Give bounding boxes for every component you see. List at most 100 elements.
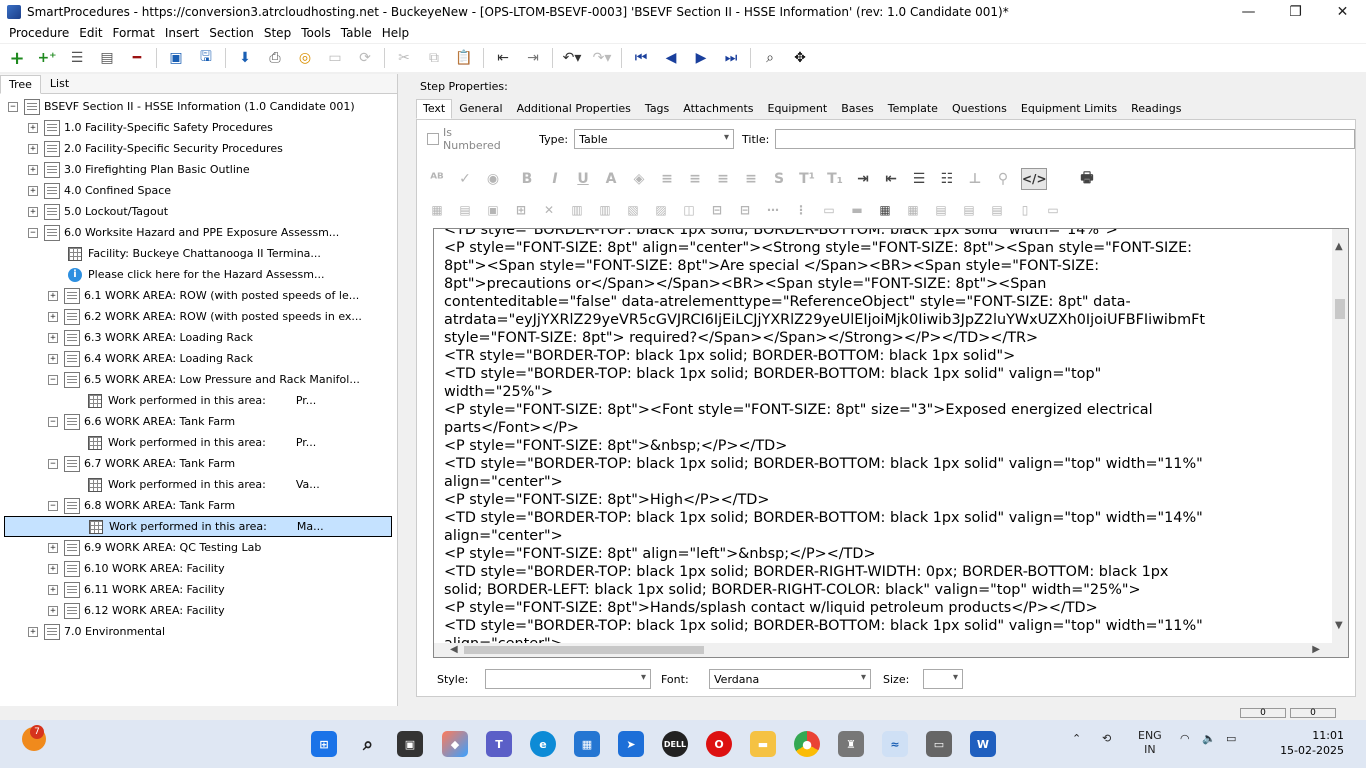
scroll-left-icon[interactable]: ◀ [450, 644, 458, 655]
expand-icon[interactable]: + [48, 584, 58, 595]
tree-item[interactable]: +4.0 Confined Space [28, 180, 171, 201]
paste-icon[interactable]: 📋 [453, 47, 475, 69]
superscript-button[interactable]: T¹ [797, 171, 817, 187]
collapse-icon[interactable]: − [8, 101, 18, 112]
form-field-icon[interactable]: ▯ [1015, 203, 1035, 217]
column-left-icon[interactable]: ▧ [623, 203, 643, 217]
remove-icon[interactable]: ━ [126, 47, 148, 69]
scroll-up-icon[interactable]: ▲ [1335, 241, 1343, 252]
split-cell-icon[interactable]: ◫ [679, 203, 699, 217]
tree-item[interactable]: +6.10 WORK AREA: Facility [48, 558, 225, 579]
source-text[interactable]: <TD style="BORDER-TOP: black 1px solid; … [444, 229, 1334, 653]
tree-item[interactable]: +1.0 Facility-Specific Safety Procedures [28, 117, 273, 138]
expand-icon[interactable]: + [28, 122, 38, 133]
refresh-icon[interactable]: ⟳ [354, 47, 376, 69]
list-icon[interactable]: ☰ [66, 47, 88, 69]
table-align-center-icon[interactable]: ▤ [959, 203, 979, 217]
delete-table-icon[interactable]: ✕ [539, 203, 559, 217]
align-center-icon[interactable]: ≡ [685, 171, 705, 187]
expand-icon[interactable]: + [28, 626, 38, 637]
tab-template[interactable]: Template [881, 99, 945, 119]
scroll-down-icon[interactable]: ▼ [1335, 620, 1343, 631]
tree-item[interactable]: +6.1 WORK AREA: ROW (with posted speeds … [48, 285, 359, 306]
minimize-button[interactable]: — [1225, 0, 1272, 23]
strikethrough-button[interactable]: S [769, 171, 789, 187]
tree-item[interactable]: Facility: Buckeye Chattanooga II Termina… [68, 243, 321, 264]
tree-item[interactable]: − 6.6 WORK AREA: Tank Farm [48, 411, 235, 432]
network-sync-icon[interactable]: ⟲ [1102, 732, 1111, 745]
table-align-right-icon[interactable]: ▤ [987, 203, 1007, 217]
justify-icon[interactable]: ≡ [741, 171, 761, 187]
export-icon[interactable]: ⬇ [234, 47, 256, 69]
tree-item[interactable]: Work performed in this area: Ma... [4, 516, 392, 537]
undo-icon[interactable]: ↶▾ [561, 47, 583, 69]
save-icon[interactable]: 🖫 [195, 47, 217, 69]
print-button[interactable]: 🖶 [1077, 167, 1097, 191]
merge-cells-icon[interactable]: ⊞ [511, 203, 531, 217]
word-icon[interactable]: W [970, 731, 996, 757]
vertical-scrollbar[interactable]: ▲ ▼ [1332, 229, 1348, 643]
tab-list[interactable]: List [41, 74, 78, 93]
tab-bases[interactable]: Bases [834, 99, 881, 119]
numbered-list-icon[interactable]: ☷ [937, 171, 957, 187]
tree-item[interactable]: +6.12 WORK AREA: Facility [48, 600, 225, 621]
tree-item[interactable]: +6.2 WORK AREA: ROW (with posted speeds … [48, 306, 362, 327]
collapse-icon[interactable]: − [48, 374, 58, 385]
previous-icon[interactable]: ◀ [660, 47, 682, 69]
redo-icon[interactable]: ↷▾ [591, 47, 613, 69]
spell-icon[interactable]: ᴬᴮ [427, 171, 447, 187]
dell-icon[interactable]: DELL [662, 731, 688, 757]
last-icon[interactable]: ⏭ [720, 47, 742, 69]
menu-step[interactable]: Step [259, 26, 296, 40]
remote-desktop-icon[interactable]: ▭ [926, 731, 952, 757]
cut-icon[interactable]: ✂ [393, 47, 415, 69]
tree-item[interactable]: Work performed in this area: Pr... [88, 390, 316, 411]
save-all-icon[interactable]: ▣ [165, 47, 187, 69]
tab-equipment[interactable]: Equipment [761, 99, 835, 119]
menu-format[interactable]: Format [108, 26, 160, 40]
expand-icon[interactable]: + [48, 542, 58, 553]
tree-item[interactable]: +3.0 Firefighting Plan Basic Outline [28, 159, 250, 180]
column-right-icon[interactable]: ▨ [651, 203, 671, 217]
collapse-icon[interactable]: − [48, 500, 58, 511]
bullet-list-icon[interactable]: ☰ [909, 171, 929, 187]
smartprocedures-icon[interactable]: ≈ [882, 731, 908, 757]
text-field-icon[interactable]: ▭ [1043, 203, 1063, 217]
notification-widget-icon[interactable]: 7 [22, 725, 46, 751]
indent-out-icon[interactable]: ⇤ [881, 171, 901, 187]
expand-icon[interactable]: + [28, 185, 38, 196]
expand-icon[interactable]: + [48, 332, 58, 343]
tab-questions[interactable]: Questions [945, 99, 1014, 119]
first-icon[interactable]: ⏮ [630, 47, 652, 69]
tree-item[interactable]: − 6.7 WORK AREA: Tank Farm [48, 453, 235, 474]
subscript-button[interactable]: T₁ [825, 171, 845, 187]
is-numbered-checkbox[interactable] [427, 133, 439, 145]
opera-icon[interactable]: O [706, 731, 732, 757]
tree-item[interactable]: +6.3 WORK AREA: Loading Rack [48, 327, 253, 348]
bold-button[interactable]: B [517, 171, 537, 187]
wifi-icon[interactable]: ◠ [1180, 732, 1190, 745]
tab-additional-properties[interactable]: Additional Properties [510, 99, 638, 119]
row-above-icon[interactable]: ▥ [567, 203, 587, 217]
type-select[interactable]: Table ▾ [574, 129, 735, 149]
battery-icon[interactable]: ▭ [1226, 732, 1236, 745]
expand-icon[interactable]: + [48, 605, 58, 616]
tree-item[interactable]: Work performed in this area: Pr... [88, 432, 316, 453]
tree-item[interactable]: +5.0 Lockout/Tagout [28, 201, 168, 222]
tree-item[interactable]: Work performed in this area: Va... [88, 474, 320, 495]
menu-procedure[interactable]: Procedure [4, 26, 74, 40]
table-properties-icon[interactable]: ▤ [455, 203, 475, 217]
expand-icon[interactable]: + [28, 206, 38, 217]
tree-item[interactable]: − BSEVF Section II - HSSE Information (1.… [8, 96, 355, 117]
grid-lines-icon[interactable]: ▦ [903, 203, 923, 217]
clock[interactable]: 11:01 15-02-2025 [1280, 728, 1344, 758]
tab-tags[interactable]: Tags [638, 99, 676, 119]
tree-item[interactable]: +6.4 WORK AREA: Loading Rack [48, 348, 253, 369]
expand-icon[interactable]: + [28, 164, 38, 175]
tab-attachments[interactable]: Attachments [676, 99, 760, 119]
collapse-icon[interactable]: − [28, 227, 38, 238]
source-view-button[interactable]: </> [1021, 168, 1047, 190]
underline-button[interactable]: U [573, 171, 593, 187]
app-icon-2[interactable]: ♜ [838, 731, 864, 757]
insert-grid-icon[interactable]: ▦ [875, 203, 895, 217]
